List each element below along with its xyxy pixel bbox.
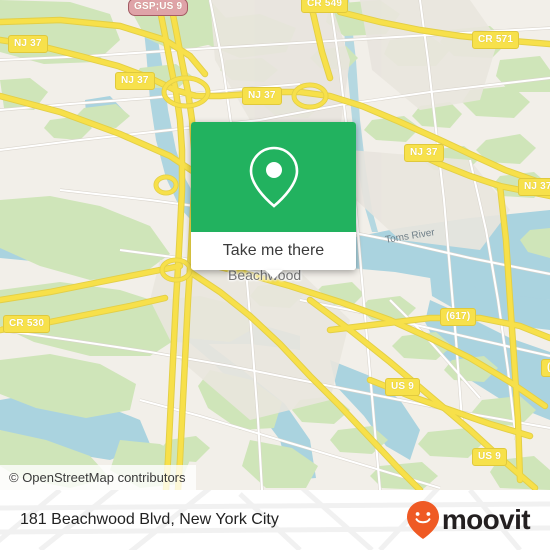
- location-popup-card[interactable]: Take me there: [191, 122, 356, 279]
- road-shield: CR 530: [3, 315, 51, 333]
- popup-pointer-tail: [264, 270, 283, 279]
- road-shield: (617): [541, 359, 550, 377]
- destination-address: 181 Beachwood Blvd, New York City: [20, 511, 279, 528]
- moovit-pin-smiley-icon: [406, 501, 439, 539]
- road-shield: (617): [440, 308, 477, 326]
- footer-content: 181 Beachwood Blvd, New York City moovit: [0, 490, 550, 550]
- moovit-logo[interactable]: moovit: [406, 500, 531, 540]
- road-shield: NJ 37: [518, 178, 550, 196]
- road-shield: CR 571: [472, 31, 520, 49]
- road-shield: US 9: [472, 448, 508, 466]
- road-shield: CR 549: [301, 0, 349, 13]
- map-attribution[interactable]: © OpenStreetMap contributors: [0, 465, 196, 490]
- road-shield: US 9: [385, 378, 421, 396]
- attribution-text: © OpenStreetMap contributors: [9, 470, 186, 485]
- road-shield: NJ 37: [404, 144, 444, 162]
- footer-bar: 181 Beachwood Blvd, New York City moovit: [0, 490, 550, 550]
- road-shield: NJ 37: [8, 35, 48, 53]
- road-shield: GSP;US 9: [128, 0, 189, 16]
- moovit-wordmark: moovit: [441, 504, 531, 535]
- take-me-there-label: Take me there: [222, 242, 325, 259]
- popup-image-header: [191, 122, 356, 232]
- moovit-map-screenshot: GSP;US 9 CR 549 CR 571 NJ 37 NJ 37 NJ 37 NJ 37…: [0, 0, 550, 550]
- map-canvas[interactable]: GSP;US 9 CR 549 CR 571 NJ 37 NJ 37 NJ 37 NJ 37…: [0, 0, 550, 490]
- take-me-there-button[interactable]: Take me there: [191, 232, 356, 270]
- road-shield: NJ 37: [242, 87, 282, 105]
- road-shield: NJ 37: [115, 72, 155, 90]
- map-pin-icon: [249, 146, 298, 208]
